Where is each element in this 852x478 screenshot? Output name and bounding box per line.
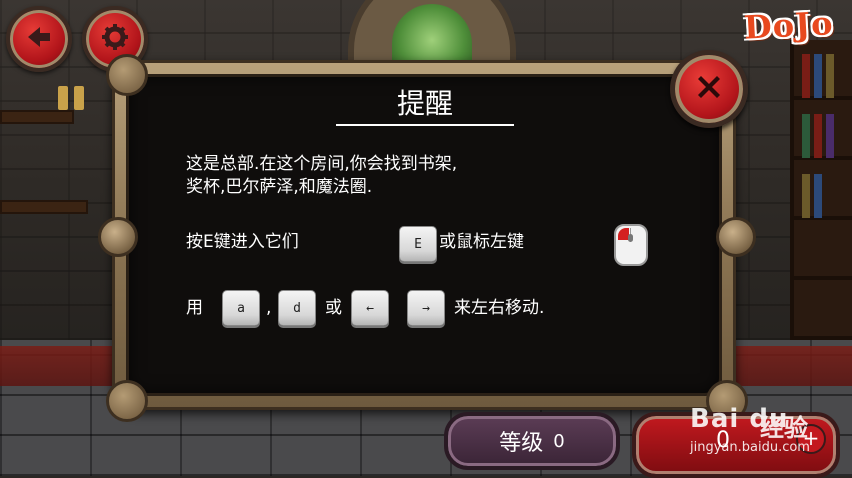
back-arrow-icon (24, 22, 54, 56)
frame-knob-left (98, 217, 138, 257)
candle (58, 86, 68, 110)
or-label: 或 (325, 298, 342, 318)
key-right-arrow: → (407, 290, 445, 326)
baidu-watermark: Bai du 经验 jingyan.baidu.com (690, 404, 840, 464)
mouse-left-click-icon (614, 224, 648, 266)
watermark-sub: 经验 (760, 414, 808, 442)
key-e: E (399, 226, 437, 262)
enter-instruction: 按E键进入它们 (186, 232, 299, 252)
intro-text-line1: 这是总部.在这个房间,你会找到书架, (186, 154, 458, 174)
wall-shelf (0, 110, 74, 124)
key-d: d (278, 290, 316, 326)
key-left-arrow: ← (351, 290, 389, 326)
watermark-url: jingyan.baidu.com (690, 440, 810, 455)
gear-icon (100, 22, 130, 56)
wall-shelf (0, 200, 88, 214)
title-underline (336, 124, 514, 126)
dojo-logo: DoJo (742, 4, 835, 47)
level-button[interactable]: 等级 0 (444, 412, 620, 470)
frame-corner (106, 54, 148, 96)
frame-knob-right (716, 217, 756, 257)
dialog-title: 提醒 (396, 87, 453, 120)
key-a: a (222, 290, 260, 326)
intro-text-line2: 奖杯,巴尔萨泽,和魔法圈. (186, 177, 373, 197)
close-x-icon (692, 70, 726, 108)
move-prefix: 用 (186, 298, 203, 318)
frame-corner (106, 380, 148, 422)
bookcase (790, 40, 852, 340)
level-label: 等级 (499, 431, 544, 456)
level-value: 0 (553, 430, 565, 452)
move-suffix: 来左右移动. (454, 298, 545, 318)
close-button[interactable] (670, 50, 748, 128)
comma-separator: , (266, 298, 272, 318)
mouse-instruction: 或鼠标左键 (439, 232, 524, 252)
candle (74, 86, 84, 110)
back-button[interactable] (6, 6, 72, 72)
